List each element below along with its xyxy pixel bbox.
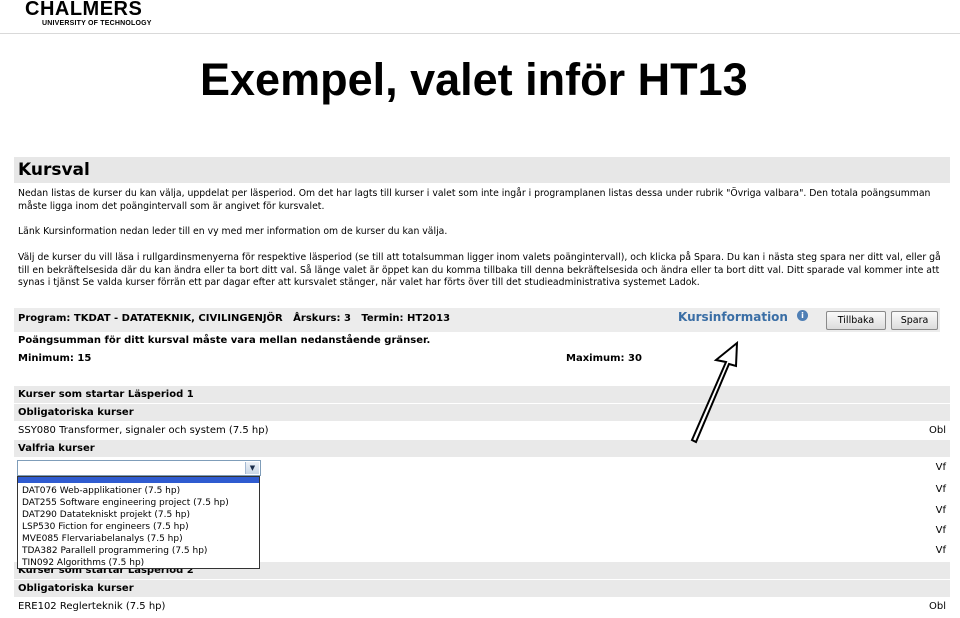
slide-title: Exempel, valet inför HT13	[200, 54, 748, 105]
elective-select[interactable]: ▼	[17, 460, 261, 476]
logo-subtitle: UNIVERSITY OF TECHNOLOGY	[42, 20, 152, 27]
dropdown-option[interactable]: TDA382 Parallell programmering (7.5 hp)	[19, 545, 229, 557]
course-selection-page: Kursval Nedan listas de kurser du kan vä…	[14, 157, 950, 618]
annotation-arrow-icon	[690, 340, 739, 444]
dropdown-option[interactable]: MVE085 Flervariabelanalys (7.5 hp)	[19, 533, 229, 545]
course-row: SSY080 Transformer, signaler och system …	[14, 422, 950, 439]
save-button[interactable]: Spara	[891, 311, 938, 330]
course-name-2: ERE102 Reglerteknik (7.5 hp)	[18, 601, 166, 612]
dropdown-option[interactable]: DAT290 Datatekniskt projekt (7.5 hp)	[19, 509, 229, 521]
back-button[interactable]: Tillbaka	[826, 311, 886, 330]
mandatory-header-row: Obligatoriska kurser	[14, 404, 950, 421]
header-divider	[0, 33, 960, 34]
mandatory-header-row-2: Obligatoriska kurser	[14, 580, 950, 597]
elective-code: Vf	[935, 462, 946, 473]
points-requirement: Poängsumman för ditt kursval måste vara …	[18, 335, 431, 346]
mandatory-header-2: Obligatoriska kurser	[18, 583, 134, 594]
course-code-2: Obl	[929, 601, 946, 612]
chevron-down-icon[interactable]: ▼	[245, 462, 259, 474]
elective-code: Vf	[935, 525, 946, 536]
logo-name: CHALMERS	[25, 0, 143, 20]
kursinformation-link[interactable]: Kursinformation	[678, 310, 788, 324]
dropdown-option[interactable]: DAT255 Software engineering project (7.5…	[19, 497, 229, 509]
dropdown-option[interactable]: LSP530 Fiction for engineers (7.5 hp)	[19, 521, 229, 533]
period1-header-row: Kurser som startar Läsperiod 1	[14, 386, 950, 403]
dropdown-option[interactable]: DAT076 Web-applikationer (7.5 hp)	[19, 485, 229, 497]
course-row-2: ERE102 Reglerteknik (7.5 hp) Obl	[14, 598, 950, 615]
info-paragraph: Länk Kursinformation nedan leder till en…	[18, 226, 448, 237]
chalmers-logo: CHALMERS UNIVERSITY OF TECHNOLOGY	[25, 0, 152, 28]
page-heading-bar: Kursval	[14, 157, 950, 183]
intro-paragraph: Nedan listas de kurser du kan välja, upp…	[18, 188, 931, 212]
instructions-paragraph: Välj de kurser du vill läsa i rullgardin…	[18, 252, 941, 288]
elective-code: Vf	[935, 484, 946, 495]
elective-header-row: Valfria kurser	[14, 440, 950, 457]
mandatory-header: Obligatoriska kurser	[18, 407, 134, 418]
course-name: SSY080 Transformer, signaler och system …	[18, 425, 269, 436]
dropdown-highlight	[18, 477, 259, 483]
page-heading: Kursval	[18, 160, 90, 180]
dropdown-option[interactable]: TIN092 Algorithms (7.5 hp)	[19, 557, 229, 569]
points-maximum: Maximum: 30	[566, 353, 642, 364]
points-minimum: Minimum: 15	[18, 353, 92, 364]
program-info: Program: TKDAT - DATATEKNIK, CIVILINGENJ…	[18, 313, 451, 324]
elective-header: Valfria kurser	[18, 443, 95, 454]
elective-code: Vf	[935, 505, 946, 516]
period1-header: Kurser som startar Läsperiod 1	[18, 389, 194, 400]
info-icon[interactable]: i	[797, 310, 808, 321]
elective-dropdown-list[interactable]: DAT076 Web-applikationer (7.5 hp) DAT255…	[17, 476, 260, 569]
elective-code: Vf	[935, 545, 946, 556]
course-code: Obl	[929, 425, 946, 436]
